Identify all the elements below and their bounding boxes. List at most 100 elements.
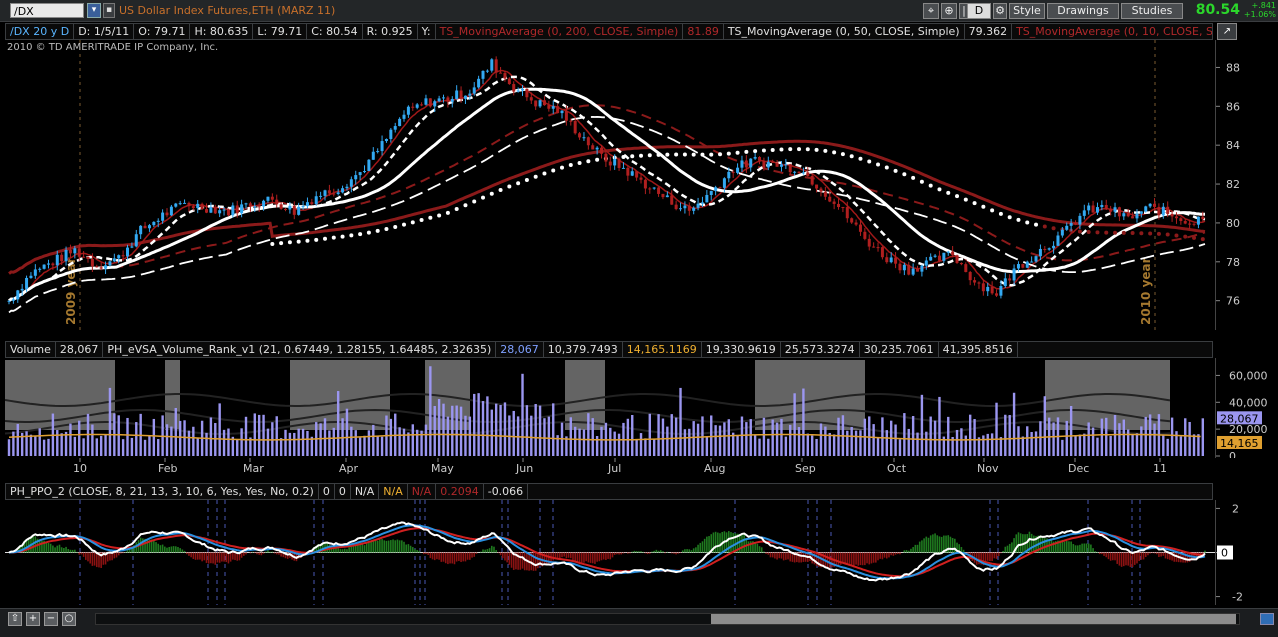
ppo-chart[interactable] [5, 500, 1215, 605]
candle-body [631, 171, 634, 175]
candle-body [1135, 214, 1138, 219]
ppo-val-3: N/A [379, 484, 407, 499]
candle-body [468, 94, 471, 96]
ppo-histogram-bar [234, 553, 236, 561]
volume-chart[interactable] [5, 358, 1215, 458]
volume-tick-label: 40,000 [1229, 396, 1268, 409]
candle-body [183, 203, 186, 204]
ma50-label[interactable]: TS_MovingAverage (0, 50, CLOSE, Simple) [724, 24, 965, 39]
ppo-histogram-bar [671, 553, 673, 554]
volume-bar [324, 418, 326, 456]
time-scroll-track[interactable] [95, 613, 1240, 625]
ppo-histogram-bar [596, 553, 598, 562]
ppo-axis: -220 [1216, 500, 1278, 605]
candle-body [837, 204, 840, 207]
ppo-histogram-bar [473, 553, 475, 557]
ma200-dot [376, 229, 380, 233]
ppo-histogram-bar [1070, 542, 1072, 553]
candle-body [34, 269, 37, 275]
volume-bar [1066, 421, 1068, 456]
ppo-histogram-bar [866, 553, 868, 564]
ppo-histogram-bar [1079, 545, 1081, 553]
ppo-histogram-bar [765, 553, 767, 554]
ma200-dot [841, 152, 845, 156]
style-button[interactable]: Style [1009, 3, 1045, 19]
evsa-study-label[interactable]: PH_eVSA_Volume_Rank_v1 (21, 0.67449, 1.2… [103, 342, 496, 357]
candle-body [403, 115, 406, 119]
ppo-histogram-bar [392, 539, 394, 552]
ppo-histogram-bar [1147, 553, 1149, 556]
ma200-dot [973, 201, 977, 205]
volume-bar [148, 435, 150, 456]
ppo-histogram-bar [436, 553, 438, 560]
ma10-label[interactable]: TS_MovingAverage (0, 10, CLOSE, Sim... [1012, 24, 1213, 39]
ppo-histogram-bar [1007, 546, 1009, 553]
ppo-histogram-bar [919, 542, 921, 553]
ma200-dot [700, 153, 704, 157]
zoom-out-icon[interactable]: − [44, 612, 58, 626]
price-tick-label: 84 [1226, 139, 1240, 152]
settings-icon[interactable]: ⚙ [993, 3, 1007, 19]
time-scroll-thumb[interactable] [711, 614, 1236, 624]
symbol-menu-button[interactable]: ▪ [103, 3, 115, 18]
volume-bar [1013, 393, 1015, 456]
candle-body [293, 206, 296, 215]
candle-body [872, 247, 875, 248]
volume-label[interactable]: Volume [6, 342, 56, 357]
candle-body [420, 104, 423, 105]
ppo-tick-label: -2 [1232, 591, 1243, 604]
ma200-dot [551, 169, 555, 173]
candle-body [556, 106, 559, 113]
ppo-histogram-bar [1158, 553, 1160, 557]
zoom-reset-icon[interactable]: ○ [62, 612, 76, 626]
volume-bar [635, 439, 637, 456]
ppo-study-label[interactable]: PH_PPO_2 (CLOSE, 8, 21, 13, 3, 10, 6, Ye… [6, 484, 319, 499]
candle-body [956, 255, 959, 263]
expand-icon[interactable]: ⇧ [8, 612, 22, 626]
ppo-histogram-bar [915, 545, 917, 553]
ppo-histogram-bar [210, 553, 212, 564]
volume-bar [973, 419, 975, 456]
studies-button[interactable]: Studies [1121, 3, 1183, 19]
ppo-study-header: PH_PPO_2 (CLOSE, 8, 21, 13, 3, 10, 6, Ye… [5, 483, 1213, 500]
ppo-histogram-bar [991, 553, 993, 562]
ppo-histogram-bar [1202, 553, 1204, 554]
open-readout: O: 79.71 [134, 24, 190, 39]
symbol-lookup-button[interactable]: ▾ [87, 3, 101, 18]
candle-body [1013, 268, 1016, 280]
volume-bar [613, 432, 615, 456]
volume-bar [820, 423, 822, 456]
period-button[interactable]: D [967, 3, 991, 19]
volume-bar [960, 428, 962, 456]
ppo-histogram-bar [660, 550, 662, 552]
volume-bar [815, 439, 817, 456]
chart-settings-icon[interactable]: ↗ [1217, 23, 1237, 40]
zoom-in-icon[interactable]: + [26, 612, 40, 626]
ppo-histogram-bar [912, 547, 914, 552]
candle-body [850, 218, 853, 222]
ppo-histogram-bar [471, 553, 473, 558]
scroll-right-button[interactable] [1260, 613, 1274, 625]
symbol-input[interactable]: /DX [10, 3, 84, 18]
crosshair-tool-button[interactable]: ⌖ [923, 3, 939, 19]
zoom-tool-button[interactable]: ⊕ [941, 3, 957, 19]
volume-bar [1105, 418, 1107, 456]
ppo-histogram-bar [186, 553, 188, 555]
ma200-label[interactable]: TS_MovingAverage (0, 200, CLOSE, Simple) [436, 24, 684, 39]
ma200-dot [1008, 215, 1012, 219]
candle-body [578, 133, 581, 137]
volume-bar [245, 417, 247, 456]
volume-bar [754, 435, 756, 456]
candle-body [811, 176, 814, 185]
ppo-histogram-bar [223, 553, 225, 562]
volume-bar [464, 416, 466, 456]
candle-body [117, 255, 120, 258]
volume-bar [254, 413, 256, 456]
drawings-button[interactable]: Drawings [1047, 3, 1119, 19]
candle-body [604, 154, 607, 162]
ma200-dot [455, 207, 459, 211]
price-chart[interactable]: 2009 year2010 year [5, 40, 1215, 330]
candle-body [591, 145, 594, 149]
symbol-period[interactable]: /DX 20 y D [6, 24, 74, 39]
ma200-dot [955, 194, 959, 198]
